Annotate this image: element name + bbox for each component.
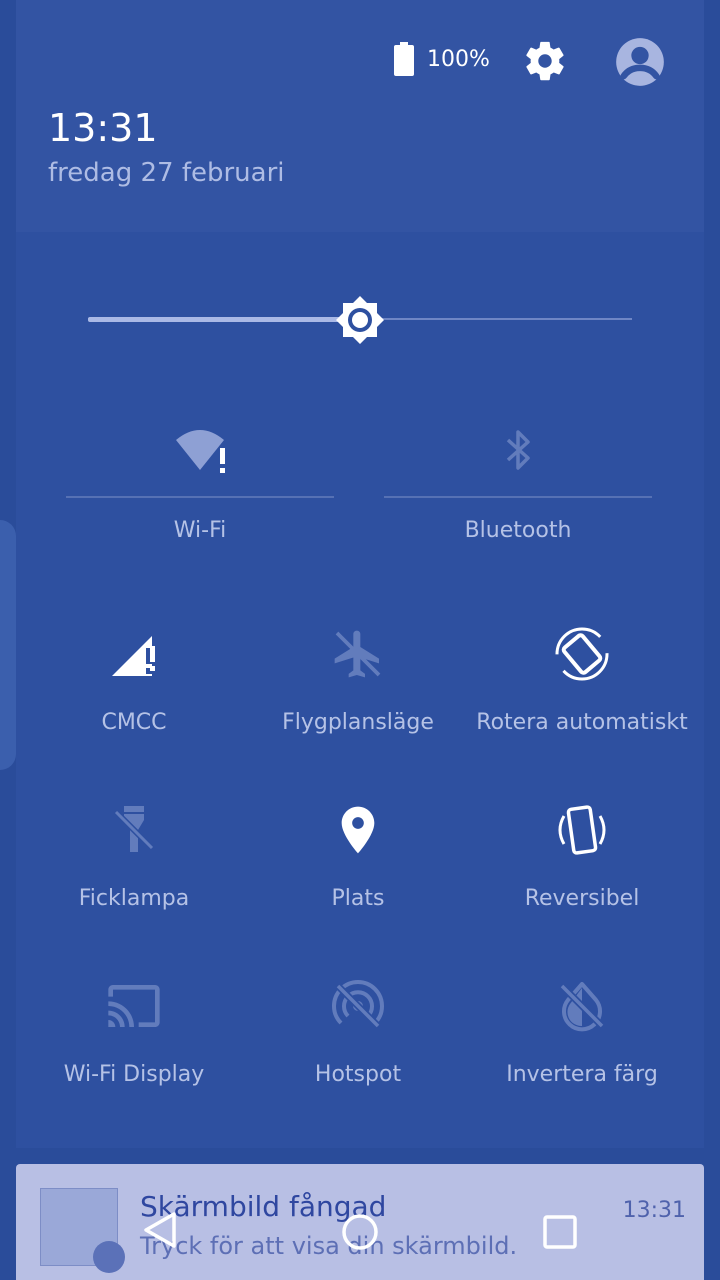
tile-cmcc[interactable]: CMCC — [22, 626, 246, 776]
battery-icon — [394, 42, 414, 76]
tile-flashlight[interactable]: Ficklampa — [22, 802, 246, 952]
tile-label: Wi-Fi — [173, 518, 227, 543]
battery-percentage: 100% — [427, 47, 490, 72]
clock-time: 13:31 — [48, 106, 158, 150]
location-icon — [341, 806, 375, 854]
reversible-icon — [558, 805, 606, 855]
tile-label: Plats — [331, 886, 385, 911]
recents-icon[interactable] — [540, 1212, 580, 1252]
tile-label: Invertera färg — [506, 1062, 658, 1087]
back-icon[interactable] — [140, 1210, 180, 1250]
brightness-slider-fill — [88, 317, 360, 322]
home-icon[interactable] — [340, 1212, 380, 1252]
tile-wifi[interactable]: Wi-Fi — [66, 410, 334, 580]
invert-colors-off-icon — [559, 982, 605, 1032]
rotate-icon — [555, 627, 609, 681]
airplane-icon — [334, 630, 381, 678]
flashlight-off-icon — [113, 806, 155, 852]
background-edge — [0, 520, 16, 770]
tile-label: Rotera automatiskt — [476, 710, 688, 735]
tile-airplane[interactable]: Flygplansläge — [246, 626, 470, 776]
tile-auto-rotate[interactable]: Rotera automatiskt — [470, 626, 694, 776]
tile-bluetooth[interactable]: Bluetooth — [384, 410, 652, 580]
tile-location[interactable]: Plats — [246, 802, 470, 952]
brightness-thumb-icon[interactable] — [334, 294, 386, 346]
tile-label: Flygplansläge — [282, 710, 434, 735]
tile-divider — [384, 496, 652, 498]
wifi-alert-icon — [176, 430, 225, 473]
tile-hotspot[interactable]: Hotspot — [246, 978, 470, 1128]
tile-reversible[interactable]: Reversibel — [470, 802, 694, 952]
hotspot-off-icon — [332, 980, 384, 1029]
tile-label: CMCC — [101, 710, 167, 735]
tile-label: Bluetooth — [464, 518, 572, 543]
cast-icon — [108, 985, 160, 1027]
settings-gear-icon[interactable] — [522, 38, 568, 84]
signal-alert-icon — [112, 636, 155, 676]
tile-label: Hotspot — [314, 1062, 402, 1087]
navigation-bar — [0, 1180, 720, 1280]
tile-label: Reversibel — [524, 886, 640, 911]
account-circle-icon[interactable] — [614, 36, 666, 88]
date-text: fredag 27 februari — [48, 158, 285, 188]
tile-label: Wi-Fi Display — [63, 1062, 205, 1087]
tile-invert-colors[interactable]: Invertera färg — [470, 978, 694, 1128]
bluetooth-icon — [506, 430, 530, 470]
tile-divider — [66, 496, 334, 498]
tile-label: Ficklampa — [78, 886, 190, 911]
tile-wifi-display[interactable]: Wi-Fi Display — [22, 978, 246, 1128]
